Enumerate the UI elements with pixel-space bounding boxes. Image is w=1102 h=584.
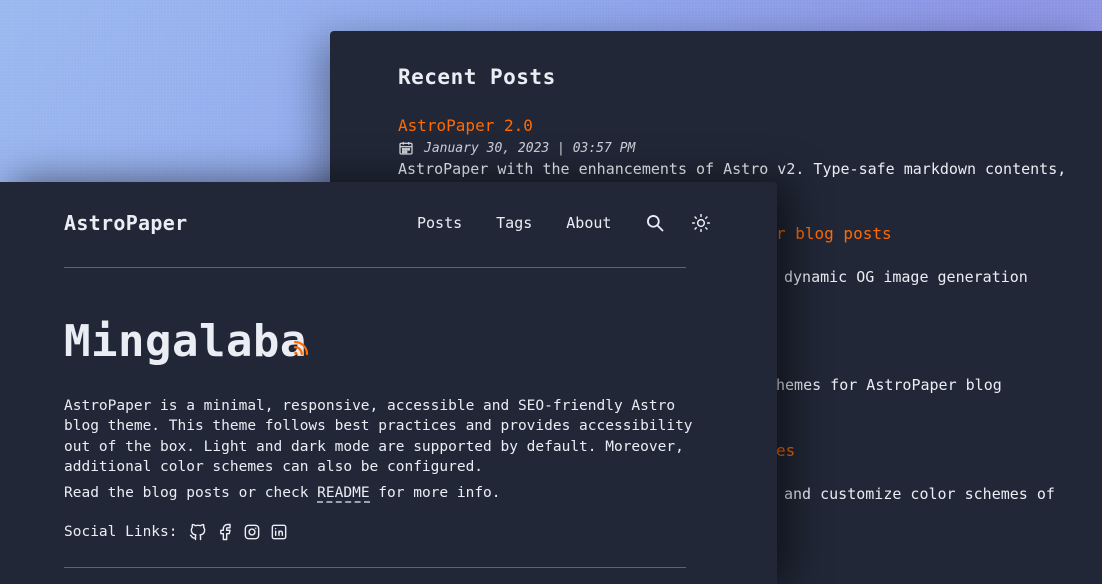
calendar-icon (399, 142, 413, 155)
post-date-text: January 30, 2023 | 03:57 PM (424, 140, 636, 156)
footer-divider (64, 567, 686, 568)
recent-posts-heading: Recent Posts (398, 65, 556, 89)
social-links-label: Social Links: (64, 524, 178, 540)
github-link[interactable] (188, 522, 208, 542)
linkedin-link[interactable] (269, 522, 289, 542)
post-description: hemes for AstroPaper blog (776, 376, 1002, 394)
readme-suffix: for more info. (369, 485, 501, 501)
site-logo[interactable]: AstroPaper (64, 211, 187, 235)
github-icon (189, 523, 205, 541)
nav-posts[interactable]: Posts (417, 214, 462, 232)
search-button[interactable] (645, 213, 665, 233)
post-title-link[interactable]: es (776, 441, 795, 460)
foreground-window: AstroPaper Posts Tags About Mingalaba As… (0, 182, 777, 584)
main-nav: Posts Tags About (417, 213, 711, 233)
post-title-link[interactable]: AstroPaper 2.0 (398, 116, 533, 135)
instagram-link[interactable] (242, 522, 262, 542)
nav-about[interactable]: About (566, 214, 611, 232)
post-description: dynamic OG image generation (784, 268, 1028, 286)
header-divider (64, 267, 686, 268)
post-date: January 30, 2023 | 03:57 PM (398, 140, 635, 156)
theme-toggle-button[interactable] (691, 213, 711, 233)
rss-icon (293, 340, 309, 356)
linkedin-icon (271, 524, 286, 540)
post-description: AstroPaper with the enhancements of Astr… (398, 160, 1067, 178)
search-icon (647, 215, 664, 232)
rss-link[interactable] (292, 339, 310, 361)
hero-description: AstroPaper is a minimal, responsive, acc… (64, 398, 693, 475)
instagram-icon (244, 524, 259, 540)
post-description: and customize color schemes of (784, 485, 1055, 503)
sun-icon (692, 213, 711, 233)
facebook-icon (219, 523, 231, 541)
nav-tags[interactable]: Tags (496, 214, 532, 232)
readme-link[interactable]: README (317, 485, 370, 503)
readme-line: Read the blog posts or check README for … (64, 485, 501, 503)
readme-prefix: Read the blog posts or check (64, 485, 318, 501)
hero-title: Mingalaba (64, 316, 307, 367)
facebook-link[interactable] (215, 522, 235, 542)
post-title-link[interactable]: r blog posts (776, 224, 892, 243)
social-links: Social Links: (64, 522, 296, 542)
